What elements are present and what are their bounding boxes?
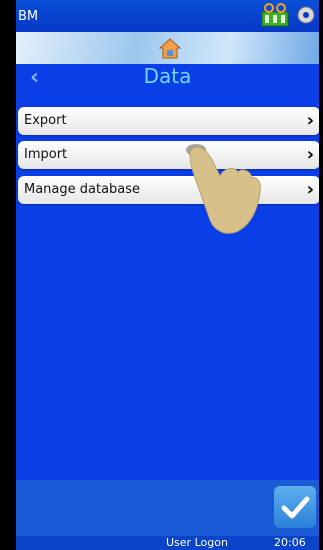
clock: 20:06: [274, 536, 306, 549]
chevron-right-icon: ›: [306, 179, 314, 200]
checkmark-icon[interactable]: [274, 486, 316, 528]
menu-item-label: Manage database: [24, 182, 141, 197]
menu-item-label: Import: [24, 147, 68, 162]
footer: User Logon 20:06: [16, 480, 319, 550]
status-bar: BM: [16, 0, 319, 32]
home-bar: [16, 32, 319, 64]
settings-icon[interactable]: [295, 3, 317, 27]
menu-item-export[interactable]: Export ›: [18, 107, 319, 135]
chevron-right-icon: ›: [306, 110, 314, 131]
battery-icon: [261, 3, 289, 27]
menu-item-import[interactable]: Import ›: [18, 141, 319, 169]
status-text: BM: [18, 9, 39, 24]
menu-item-label: Export: [24, 113, 67, 128]
pointing-hand-icon: [186, 144, 261, 234]
user-logon-label[interactable]: User Logon: [166, 536, 228, 549]
chevron-right-icon: ›: [306, 144, 314, 165]
screen: BM ‹ Data Export › Import › Manage datab…: [16, 0, 319, 550]
page-title: Data: [143, 64, 192, 88]
home-icon[interactable]: [159, 37, 181, 59]
title-bar: ‹ Data: [16, 64, 319, 92]
menu-item-manage-database[interactable]: Manage database ›: [18, 176, 319, 204]
